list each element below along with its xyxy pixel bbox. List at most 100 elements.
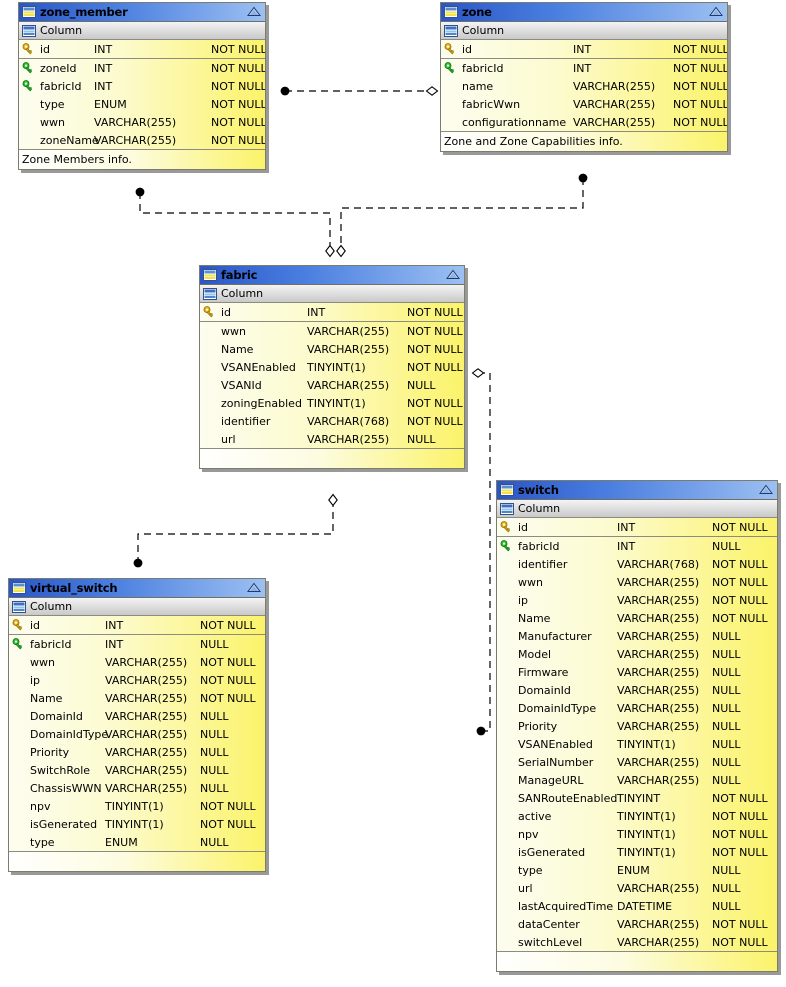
entity-title-bar[interactable]: fabric — [200, 266, 464, 285]
column-row[interactable]: id INT NOT NULL — [200, 303, 464, 322]
column-row[interactable]: id INT NOT NULL — [441, 40, 727, 59]
column-row[interactable]: id INT NOT NULL — [497, 518, 777, 537]
column-row[interactable]: fabricId INT NOT NULL — [19, 77, 265, 95]
column-name: url — [221, 432, 236, 446]
column-row[interactable]: VSANId VARCHAR(255) NULL — [200, 376, 464, 394]
column-row[interactable]: VSANEnabled TINYINT(1) NOT NULL — [200, 358, 464, 376]
relationship-line-fabric-to-virtual_switch[interactable] — [137, 500, 334, 563]
column-row[interactable]: npv TINYINT(1) NOT NULL — [9, 797, 265, 815]
column-row[interactable]: ManageURL VARCHAR(255) NULL — [497, 771, 777, 789]
column-row[interactable]: DomainId VARCHAR(255) NULL — [9, 707, 265, 725]
column-name: Firmware — [518, 665, 569, 679]
column-row[interactable]: fabricId INT NULL — [497, 537, 777, 555]
column-row[interactable]: npv TINYINT(1) NOT NULL — [497, 825, 777, 843]
column-row[interactable]: SANRouteEnabled TINYINT NOT NULL — [497, 789, 777, 807]
column-row[interactable]: ip VARCHAR(255) NOT NULL — [497, 591, 777, 609]
column-key-indicator — [19, 62, 37, 74]
column-row[interactable]: ChassisWWN VARCHAR(255) NULL — [9, 779, 265, 797]
column-row[interactable]: Firmware VARCHAR(255) NULL — [497, 663, 777, 681]
column-key-indicator — [200, 306, 218, 318]
column-row[interactable]: configurationname VARCHAR(255) NOT NULL — [441, 113, 727, 131]
column-row[interactable]: SerialNumber VARCHAR(255) NULL — [497, 753, 777, 771]
collapse-icon[interactable] — [446, 269, 460, 280]
column-row[interactable]: Name VARCHAR(255) NOT NULL — [9, 689, 265, 707]
column-name: DomainId — [518, 683, 571, 697]
column-row[interactable]: wwn VARCHAR(255) NOT NULL — [19, 113, 265, 131]
column-row[interactable]: id INT NOT NULL — [19, 40, 265, 59]
column-datatype: ENUM — [617, 863, 650, 877]
column-row[interactable]: type ENUM NULL — [497, 861, 777, 879]
entity-table-virtual_switch[interactable]: virtual_switch Column id INT NOT NULL fabricI… — [8, 578, 266, 872]
collapse-button[interactable] — [247, 6, 261, 17]
column-row[interactable]: wwn VARCHAR(255) NOT NULL — [200, 322, 464, 340]
column-row[interactable]: id INT NOT NULL — [9, 616, 265, 635]
collapse-icon[interactable] — [247, 582, 261, 593]
column-row[interactable]: isGenerated TINYINT(1) NOT NULL — [497, 843, 777, 861]
column-row[interactable]: fabricId INT NOT NULL — [441, 59, 727, 77]
relationship-line-zone_member-to-fabric[interactable] — [139, 192, 331, 251]
column-datatype: INT — [105, 637, 124, 651]
entity-description — [9, 851, 265, 871]
column-row[interactable]: type ENUM NOT NULL — [19, 95, 265, 113]
entity-table-fabric[interactable]: fabric Column id INT NOT NULL wwn VARCHAR(255)… — [199, 265, 465, 469]
column-key-indicator — [9, 619, 27, 631]
column-row[interactable]: DomainIdType VARCHAR(255) NULL — [9, 725, 265, 743]
column-row[interactable]: lastAcquiredTime DATETIME NULL — [497, 897, 777, 915]
column-row[interactable]: url VARCHAR(255) NULL — [200, 430, 464, 448]
column-datatype: VARCHAR(255) — [105, 655, 188, 669]
collapse-button[interactable] — [709, 6, 723, 17]
column-row[interactable]: type ENUM NULL — [9, 833, 265, 851]
column-row[interactable]: VSANEnabled TINYINT(1) NULL — [497, 735, 777, 753]
column-row[interactable]: Priority VARCHAR(255) NULL — [497, 717, 777, 735]
column-row[interactable]: switchLevel VARCHAR(255) NOT NULL — [497, 933, 777, 951]
column-row[interactable]: url VARCHAR(255) NULL — [497, 879, 777, 897]
column-row[interactable]: Name VARCHAR(255) NOT NULL — [200, 340, 464, 358]
column-row[interactable]: wwn VARCHAR(255) NOT NULL — [497, 573, 777, 591]
entity-table-zone[interactable]: zone Column id INT NOT NULL fabricId INT NOT NU… — [440, 2, 728, 152]
collapse-icon[interactable] — [759, 484, 773, 495]
collapse-button[interactable] — [446, 269, 460, 280]
column-nullability: NOT NULL — [407, 324, 463, 338]
entity-title-bar[interactable]: switch — [497, 481, 777, 500]
entity-title-bar[interactable]: zone — [441, 3, 727, 22]
column-row[interactable]: zoneName VARCHAR(255) NOT NULL — [19, 131, 265, 149]
column-row[interactable]: dataCenter VARCHAR(255) NOT NULL — [497, 915, 777, 933]
column-name: active — [518, 809, 552, 823]
collapse-button[interactable] — [759, 484, 773, 495]
relationship-line-zone-to-fabric[interactable] — [340, 178, 584, 251]
column-section-header: Column — [9, 598, 265, 616]
column-section-label: Column — [40, 24, 83, 37]
column-row[interactable]: fabricWwn VARCHAR(255) NOT NULL — [441, 95, 727, 113]
column-row[interactable]: wwn VARCHAR(255) NOT NULL — [9, 653, 265, 671]
column-row[interactable]: fabricId INT NULL — [9, 635, 265, 653]
primary-key-icon — [12, 619, 22, 631]
column-row[interactable]: identifier VARCHAR(768) NOT NULL — [497, 555, 777, 573]
primary-key-icon — [203, 306, 213, 318]
column-row[interactable]: zoningEnabled TINYINT(1) NOT NULL — [200, 394, 464, 412]
column-row[interactable]: Model VARCHAR(255) NULL — [497, 645, 777, 663]
column-row[interactable]: Priority VARCHAR(255) NULL — [9, 743, 265, 761]
entity-title-bar[interactable]: virtual_switch — [9, 579, 265, 598]
column-nullability: NULL — [712, 683, 741, 697]
column-name: identifier — [518, 557, 568, 571]
entity-title-bar[interactable]: zone_member — [19, 3, 265, 22]
column-row[interactable]: DomainIdType VARCHAR(255) NULL — [497, 699, 777, 717]
column-row[interactable]: active TINYINT(1) NOT NULL — [497, 807, 777, 825]
column-row[interactable]: ip VARCHAR(255) NOT NULL — [9, 671, 265, 689]
column-row[interactable]: SwitchRole VARCHAR(255) NULL — [9, 761, 265, 779]
collapse-icon[interactable] — [247, 6, 261, 17]
column-row[interactable]: DomainId VARCHAR(255) NULL — [497, 681, 777, 699]
collapse-icon[interactable] — [709, 6, 723, 17]
entity-table-switch[interactable]: switch Column id INT NOT NULL fabricId INT NULL… — [496, 480, 778, 972]
collapse-button[interactable] — [247, 582, 261, 593]
entity-table-zone_member[interactable]: zone_member Column id INT NOT NULL zoneId INT N… — [18, 2, 266, 170]
column-row[interactable]: isGenerated TINYINT(1) NOT NULL — [9, 815, 265, 833]
column-row[interactable]: name VARCHAR(255) NOT NULL — [441, 77, 727, 95]
column-name: ManageURL — [518, 773, 584, 787]
relationship-line-fabric-to-switch[interactable] — [478, 372, 491, 732]
column-row[interactable]: Manufacturer VARCHAR(255) NULL — [497, 627, 777, 645]
relationship-endpoint-filled-circle — [578, 173, 588, 183]
column-row[interactable]: zoneId INT NOT NULL — [19, 59, 265, 77]
column-row[interactable]: Name VARCHAR(255) NOT NULL — [497, 609, 777, 627]
column-row[interactable]: identifier VARCHAR(768) NOT NULL — [200, 412, 464, 430]
